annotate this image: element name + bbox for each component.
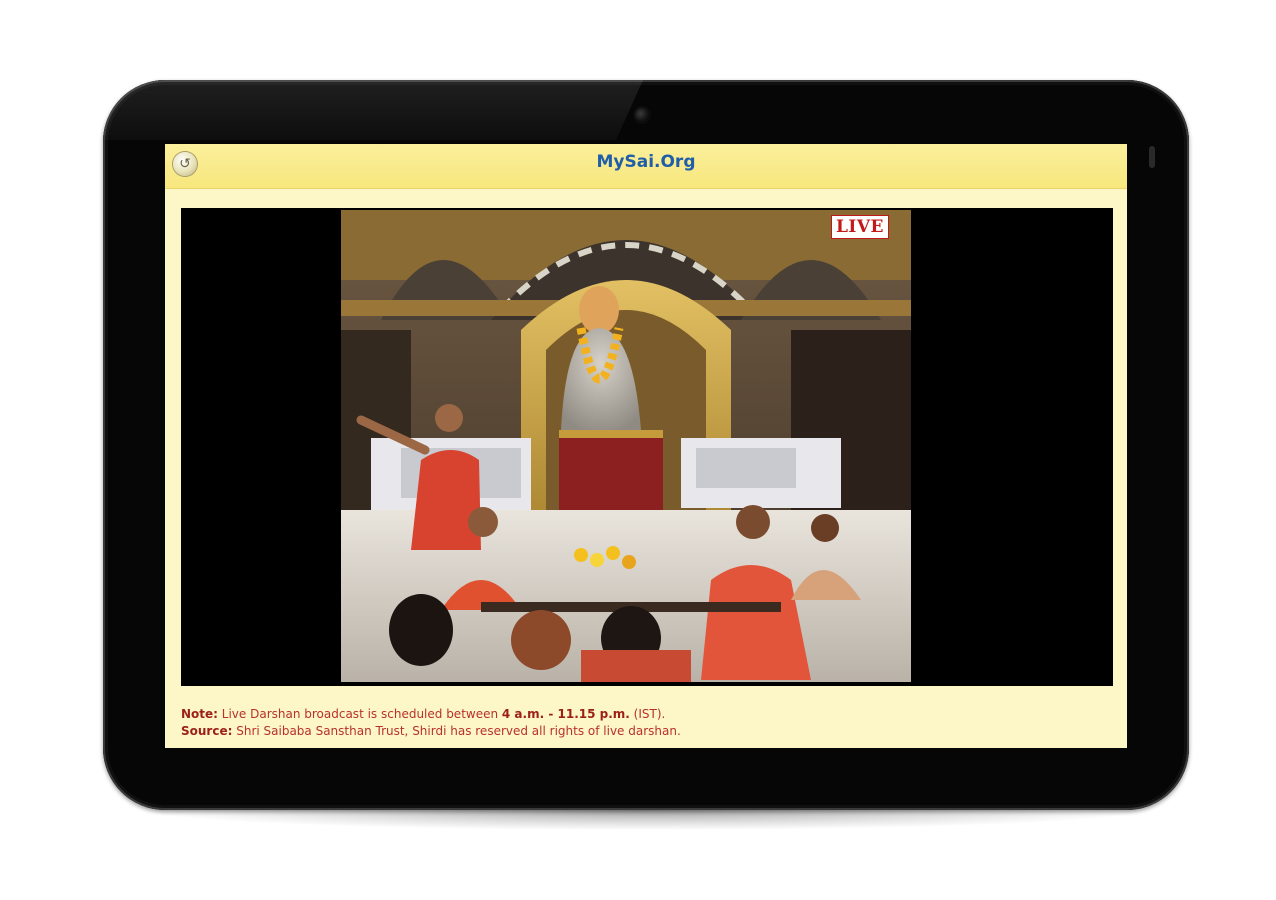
flower-offering <box>606 546 620 560</box>
flower-offering <box>622 555 636 569</box>
front-camera-icon <box>635 108 649 122</box>
note-time-range: 4 a.m. - 11.15 p.m. <box>501 707 630 721</box>
back-button[interactable]: ↺ <box>173 152 197 176</box>
app-screen: MySai.Org ↺ LIVE Note: Live Darshan broa… <box>165 144 1127 748</box>
device-mockup: MySai.Org ↺ LIVE Note: Live Darshan broa… <box>0 0 1276 900</box>
darshan-scene <box>341 210 911 682</box>
back-arrow-icon: ↺ <box>179 156 191 172</box>
broadcast-info: Note: Live Darshan broadcast is schedule… <box>181 706 1111 740</box>
devotee-body <box>581 650 691 682</box>
note-line: Note: Live Darshan broadcast is schedule… <box>181 706 1111 723</box>
flower-offering <box>574 548 588 562</box>
statue-head <box>579 286 619 334</box>
app-bar: MySai.Org ↺ <box>165 144 1127 189</box>
altar-cloth-trim <box>559 430 663 438</box>
app-title: MySai.Org <box>596 152 696 172</box>
note-label: Note: <box>181 707 218 721</box>
devotee-head <box>511 610 571 670</box>
priest-standing <box>411 450 481 550</box>
devotee-head <box>389 594 453 666</box>
priest-seated-head <box>468 507 498 537</box>
bezel-reflection <box>103 80 643 140</box>
live-darshan-video[interactable]: LIVE <box>341 210 911 682</box>
railing-lattice-right <box>696 448 796 488</box>
note-text-after: (IST). <box>629 707 666 721</box>
note-text-before: Live Darshan broadcast is scheduled betw… <box>217 707 502 721</box>
source-label: Source: <box>181 724 233 738</box>
priest-head <box>435 404 463 432</box>
side-button <box>1149 146 1155 168</box>
priest-right-head <box>736 505 770 539</box>
live-badge: LIVE <box>830 215 889 239</box>
source-line: Source: Shri Saibaba Sansthan Trust, Shi… <box>181 723 1111 740</box>
source-text: Shri Saibaba Sansthan Trust, Shirdi has … <box>232 724 681 738</box>
priest-far-right-head <box>811 514 839 542</box>
tablet-frame: MySai.Org ↺ LIVE Note: Live Darshan broa… <box>103 80 1189 810</box>
flower-offering <box>590 553 604 567</box>
video-player[interactable]: LIVE <box>181 208 1113 686</box>
